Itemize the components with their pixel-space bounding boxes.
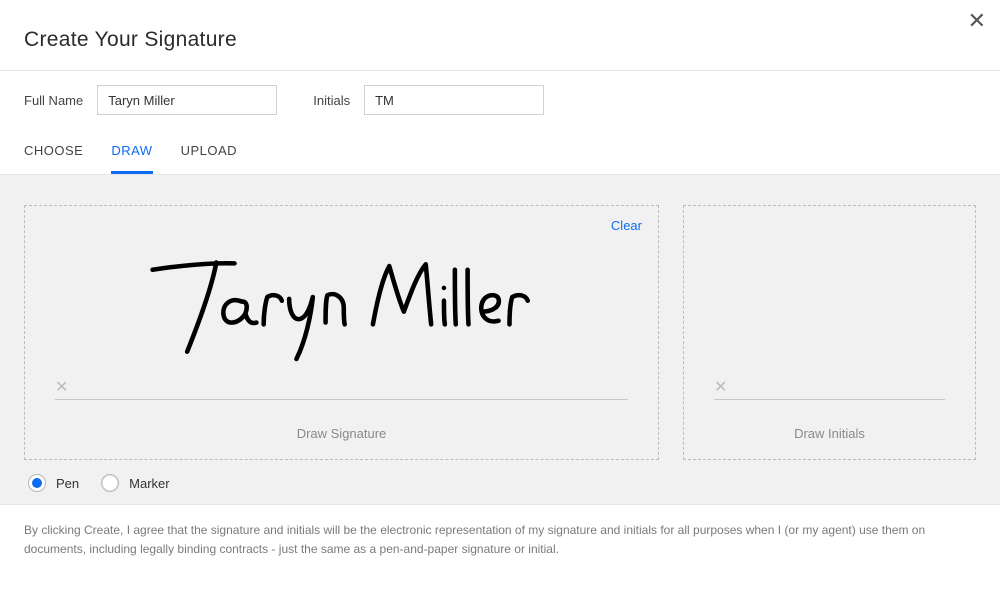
- signature-modal: ✕ Create Your Signature Full Name Initia…: [0, 0, 1000, 600]
- disclaimer-text: By clicking Create, I agree that the sig…: [0, 504, 1000, 558]
- tab-draw[interactable]: DRAW: [111, 129, 152, 174]
- marker-label: Marker: [129, 476, 169, 491]
- baseline-x-icon: ✕: [55, 380, 68, 396]
- initials-canvas[interactable]: [684, 206, 975, 379]
- full-name-label: Full Name: [24, 93, 83, 108]
- tab-choose[interactable]: CHOOSE: [24, 129, 83, 174]
- draw-area: Clear: [0, 175, 1000, 504]
- modal-title: Create Your Signature: [24, 28, 976, 52]
- drawing-tools: Pen Marker: [24, 460, 976, 492]
- close-icon[interactable]: ✕: [968, 10, 986, 32]
- full-name-input[interactable]: [97, 85, 277, 115]
- pen-label: Pen: [56, 476, 79, 491]
- signature-baseline: [55, 399, 628, 400]
- initials-caption: Draw Initials: [684, 412, 975, 459]
- initials-label: Initials: [313, 93, 350, 108]
- signature-canvas[interactable]: [25, 206, 658, 379]
- signature-canvas-box: Clear: [24, 205, 659, 460]
- signature-caption: Draw Signature: [25, 412, 658, 459]
- marker-radio[interactable]: [101, 474, 119, 492]
- initials-canvas-box: ✕ Draw Initials: [683, 205, 976, 460]
- modal-header: Create Your Signature: [0, 0, 1000, 70]
- tabs-container: CHOOSE DRAW UPLOAD: [0, 129, 1000, 175]
- initials-baseline: [714, 399, 945, 400]
- tab-upload[interactable]: UPLOAD: [181, 129, 237, 174]
- name-fields: Full Name Initials: [0, 71, 1000, 129]
- baseline-x-icon: ✕: [714, 380, 727, 396]
- pen-radio[interactable]: [28, 474, 46, 492]
- initials-input[interactable]: [364, 85, 544, 115]
- handwritten-signature: [25, 206, 658, 379]
